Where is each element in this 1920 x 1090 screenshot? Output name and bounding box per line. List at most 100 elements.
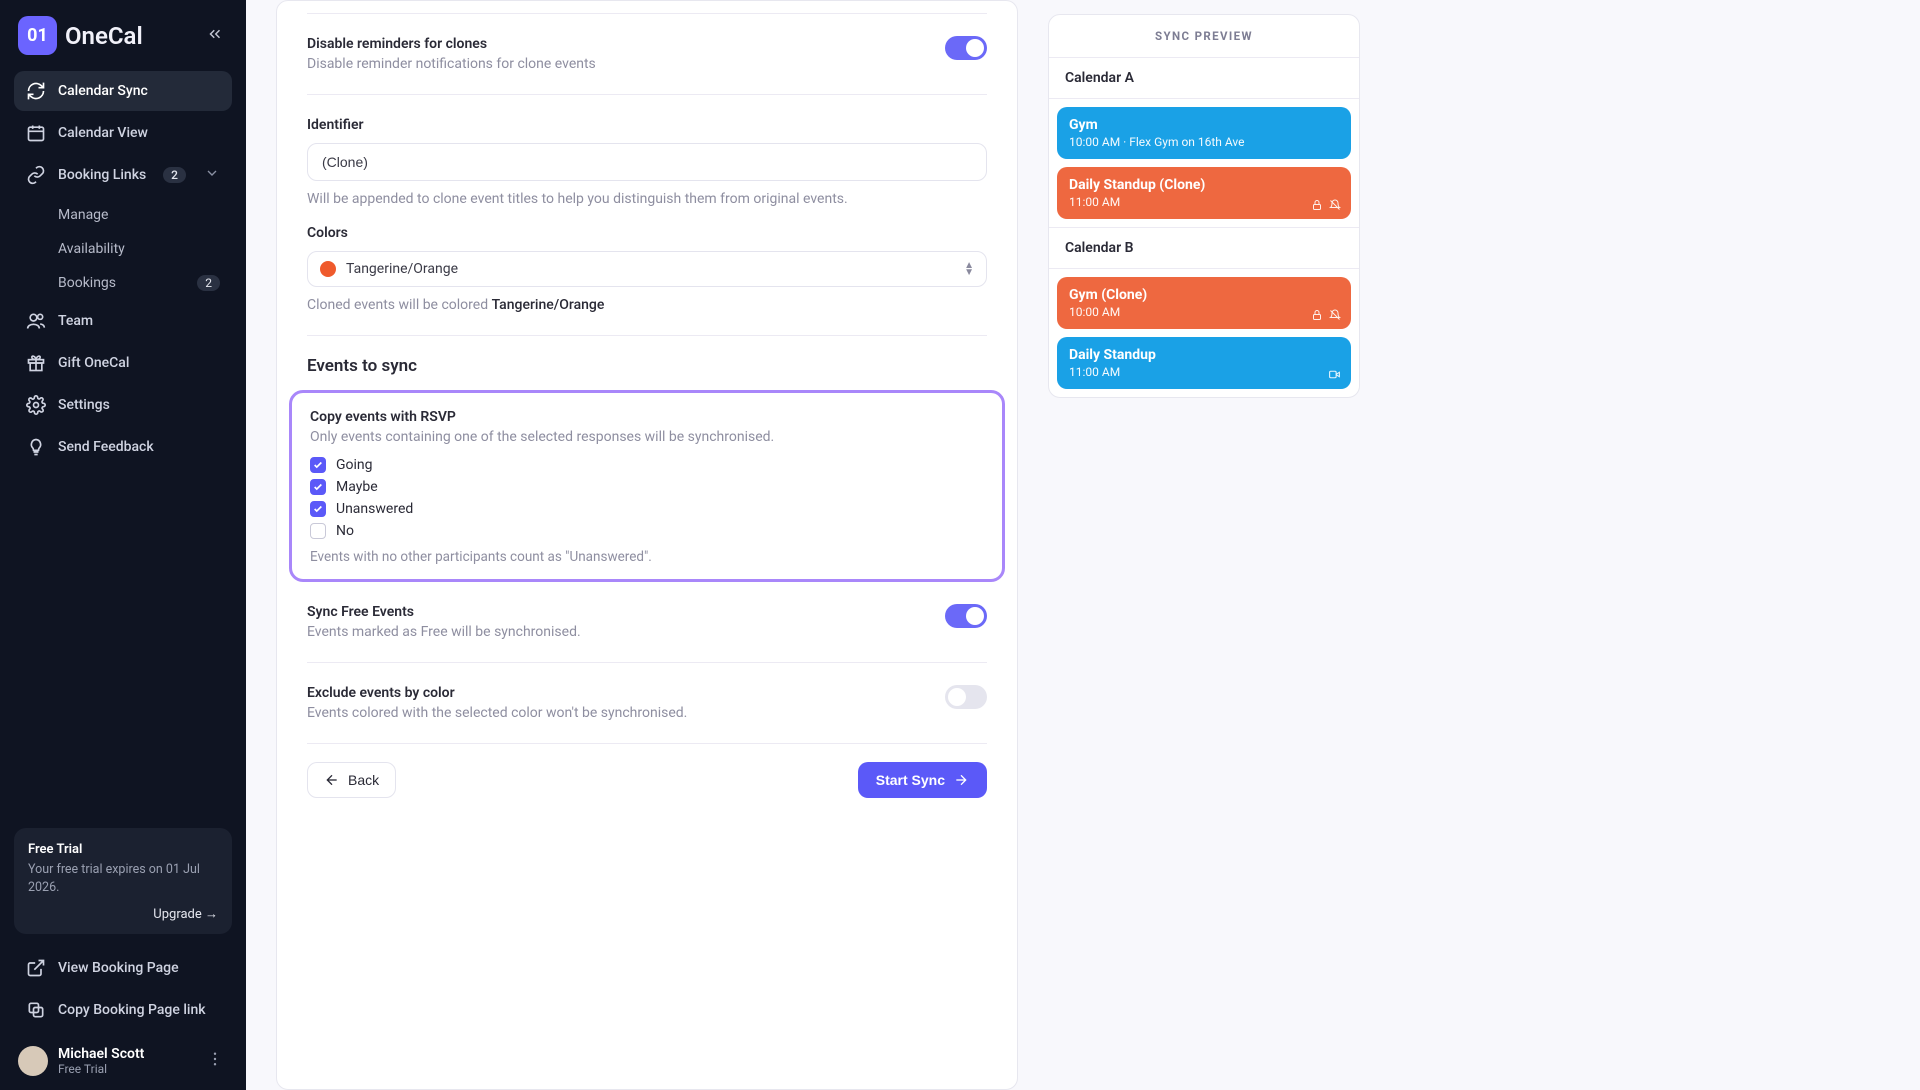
start-sync-button[interactable]: Start Sync bbox=[858, 762, 987, 798]
lightbulb-icon bbox=[26, 437, 46, 457]
nav-calendar-view[interactable]: Calendar View bbox=[14, 113, 232, 153]
preview-event: Gym (Clone) 10:00 AM bbox=[1057, 277, 1351, 329]
button-label: Back bbox=[348, 772, 379, 788]
rsvp-title: Copy events with RSVP bbox=[310, 409, 984, 425]
user-row: Michael Scott Free Trial bbox=[0, 1036, 246, 1076]
nav-label: Settings bbox=[58, 397, 110, 413]
sync-icon bbox=[26, 81, 46, 101]
nav-label: Team bbox=[58, 313, 93, 329]
user-name: Michael Scott bbox=[58, 1046, 144, 1062]
nav-label: Copy Booking Page link bbox=[58, 1002, 206, 1018]
checkbox-icon bbox=[310, 479, 326, 495]
sync-free-toggle[interactable] bbox=[945, 604, 987, 628]
rsvp-highlight: Copy events with RSVP Only events contai… bbox=[289, 390, 1005, 582]
event-subtitle: 11:00 AM bbox=[1069, 365, 1339, 379]
preview-event: Daily Standup (Clone) 11:00 AM bbox=[1057, 167, 1351, 219]
option-label: No bbox=[336, 523, 354, 539]
nav-feedback[interactable]: Send Feedback bbox=[14, 427, 232, 467]
setting-subtitle: Disable reminder notifications for clone… bbox=[307, 56, 596, 72]
arrow-right-icon bbox=[953, 772, 969, 788]
setting-title: Sync Free Events bbox=[307, 604, 581, 620]
copy-booking-page-link[interactable]: Copy Booking Page link bbox=[14, 990, 232, 1030]
colors-helper: Cloned events will be colored Tangerine/… bbox=[307, 297, 987, 313]
subnav-availability[interactable]: Availability bbox=[46, 233, 232, 265]
logo-text: OneCal bbox=[65, 22, 143, 50]
calendar-name: Calendar B bbox=[1049, 228, 1359, 269]
booking-links-submenu: Manage Availability Bookings 2 bbox=[14, 199, 232, 299]
subnav-manage[interactable]: Manage bbox=[46, 199, 232, 231]
option-label: Going bbox=[336, 457, 373, 473]
primary-nav: Calendar Sync Calendar View Booking Link… bbox=[0, 65, 246, 473]
identifier-input[interactable] bbox=[307, 143, 987, 181]
identifier-row: Identifier Will be appended to clone eve… bbox=[307, 95, 987, 336]
gift-icon bbox=[26, 353, 46, 373]
color-swatch bbox=[320, 261, 336, 277]
event-subtitle: 10:00 AM bbox=[1069, 305, 1339, 319]
bell-off-icon bbox=[1329, 309, 1341, 321]
option-label: Maybe bbox=[336, 479, 378, 495]
brand-logo: 01 OneCal bbox=[18, 16, 143, 55]
nav-gift[interactable]: Gift OneCal bbox=[14, 343, 232, 383]
sidebar: 01 OneCal Calendar Sync Calendar View Bo… bbox=[0, 0, 246, 1090]
identifier-label: Identifier bbox=[307, 117, 987, 133]
preview-header: SYNC PREVIEW bbox=[1049, 15, 1359, 58]
preview-event: Daily Standup 11:00 AM bbox=[1057, 337, 1351, 389]
nav-label: Calendar Sync bbox=[58, 83, 148, 99]
trial-card: Free Trial Your free trial expires on 01… bbox=[14, 828, 232, 934]
avatar bbox=[18, 1046, 48, 1076]
nav-calendar-sync[interactable]: Calendar Sync bbox=[14, 71, 232, 111]
exclude-color-toggle[interactable] bbox=[945, 685, 987, 709]
event-subtitle: 10:00 AM · Flex Gym on 16th Ave bbox=[1069, 135, 1339, 149]
collapse-sidebar-button[interactable] bbox=[200, 19, 230, 53]
calendar-icon bbox=[26, 123, 46, 143]
user-plan: Free Trial bbox=[58, 1062, 144, 1076]
footer-actions: Back Start Sync bbox=[307, 744, 987, 820]
settings-card: Disable reminders for clones Disable rem… bbox=[276, 0, 1018, 1090]
nav-label: Availability bbox=[58, 241, 125, 257]
setting-title: Disable reminders for clones bbox=[307, 36, 596, 52]
nav-badge: 2 bbox=[163, 167, 186, 183]
setting-subtitle: Events colored with the selected color w… bbox=[307, 705, 687, 721]
calendar-a-block: Calendar A Gym 10:00 AM · Flex Gym on 16… bbox=[1049, 58, 1359, 227]
colors-label: Colors bbox=[307, 225, 987, 241]
preview-event: Gym 10:00 AM · Flex Gym on 16th Ave bbox=[1057, 107, 1351, 159]
rsvp-option-unanswered[interactable]: Unanswered bbox=[310, 501, 984, 517]
event-title: Daily Standup bbox=[1069, 347, 1339, 363]
more-vertical-icon bbox=[206, 1050, 224, 1068]
identifier-helper: Will be appended to clone event titles t… bbox=[307, 191, 987, 207]
rsvp-option-going[interactable]: Going bbox=[310, 457, 984, 473]
sync-preview: SYNC PREVIEW Calendar A Gym 10:00 AM · F… bbox=[1048, 14, 1360, 398]
user-menu-button[interactable] bbox=[202, 1046, 228, 1076]
nav-team[interactable]: Team bbox=[14, 301, 232, 341]
main: Disable reminders for clones Disable rem… bbox=[246, 0, 1920, 1090]
colors-select[interactable]: Tangerine/Orange ▲▼ bbox=[307, 251, 987, 287]
view-booking-page-link[interactable]: View Booking Page bbox=[14, 948, 232, 988]
nav-label: Bookings bbox=[58, 275, 116, 291]
setting-subtitle: Events marked as Free will be synchronis… bbox=[307, 624, 581, 640]
rsvp-subtitle: Only events containing one of the select… bbox=[310, 429, 984, 445]
subnav-bookings[interactable]: Bookings 2 bbox=[46, 267, 232, 299]
arrow-left-icon bbox=[324, 772, 340, 788]
nav-label: Calendar View bbox=[58, 125, 148, 141]
rsvp-option-no[interactable]: No bbox=[310, 523, 984, 539]
button-label: Start Sync bbox=[876, 772, 945, 788]
disable-reminders-toggle[interactable] bbox=[945, 36, 987, 60]
nav-settings[interactable]: Settings bbox=[14, 385, 232, 425]
trial-title: Free Trial bbox=[28, 842, 218, 857]
bell-off-icon bbox=[1329, 199, 1341, 211]
nav-booking-links[interactable]: Booking Links 2 bbox=[14, 155, 232, 195]
chevron-down-icon bbox=[204, 165, 220, 185]
back-button[interactable]: Back bbox=[307, 762, 396, 798]
disable-reminders-row: Disable reminders for clones Disable rem… bbox=[307, 14, 987, 95]
calendar-name: Calendar A bbox=[1049, 58, 1359, 99]
calendar-b-block: Calendar B Gym (Clone) 10:00 AM Daily St… bbox=[1049, 228, 1359, 397]
trial-text: Your free trial expires on 01 Jul 2026. bbox=[28, 861, 218, 896]
upgrade-link[interactable]: Upgrade → bbox=[28, 906, 218, 922]
event-title: Gym (Clone) bbox=[1069, 287, 1339, 303]
nav-label: Manage bbox=[58, 207, 108, 223]
nav-label: Send Feedback bbox=[58, 439, 154, 455]
nav-label: Booking Links bbox=[58, 167, 146, 183]
sidebar-links: View Booking Page Copy Booking Page link bbox=[0, 942, 246, 1036]
rsvp-option-maybe[interactable]: Maybe bbox=[310, 479, 984, 495]
checkbox-icon bbox=[310, 457, 326, 473]
